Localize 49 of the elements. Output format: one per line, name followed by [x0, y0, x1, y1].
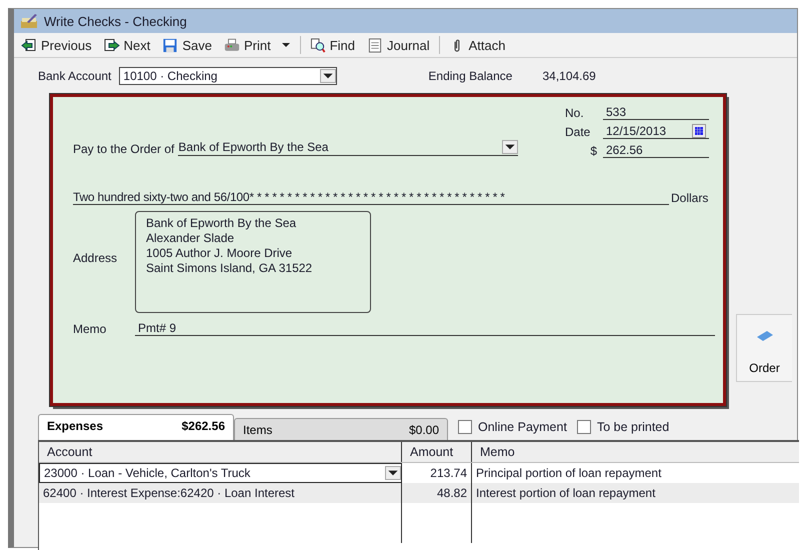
dropdown-icon[interactable]	[502, 140, 518, 154]
column-header[interactable]: Memo	[472, 442, 799, 462]
bank-account-dropdown[interactable]: 10100 · Checking	[119, 67, 338, 85]
document-icon	[366, 38, 383, 52]
ending-balance-label: Ending Balance	[428, 69, 512, 83]
amount-field[interactable]: 262.56	[603, 143, 709, 158]
date-label: Date	[565, 125, 592, 139]
bank-account-label: Bank Account	[38, 69, 112, 83]
table-cell: 48.82	[402, 483, 472, 503]
checkbox[interactable]: To be printed	[576, 420, 670, 434]
account-dropdown[interactable]: 23000 · Loan - Vehicle, Carlton's Truck	[39, 463, 402, 483]
toolbar-button[interactable]: Attach	[444, 36, 510, 54]
check-number-field[interactable]: 533	[603, 105, 709, 120]
forward-arrow-icon	[104, 38, 120, 52]
toolbar-button[interactable]: Journal	[362, 36, 435, 54]
memo-label: Memo	[73, 322, 108, 336]
order-checks-button[interactable]: Order	[736, 314, 792, 382]
toolbar-button[interactable]: Print	[218, 36, 296, 54]
table-cell: 62400 · Interest Expense:62420 · Loan Interest	[39, 483, 402, 503]
search-icon	[310, 38, 326, 52]
table-cell-text: Interest portion of loan repayment	[475, 485, 656, 502]
toolbar-button[interactable]: Save	[157, 36, 217, 54]
dropdown-icon[interactable]	[320, 69, 336, 83]
ending-balance-value: 34,104.69	[542, 69, 596, 83]
address-label: Address	[73, 250, 118, 267]
toolbar-button[interactable]: Find	[304, 36, 360, 54]
address-field[interactable]: Bank of Epworth By the Sea Alexander Slade 1005 Author J. Moore Drive Saint Simons Island, GA 31522	[135, 211, 371, 313]
dropdown-icon[interactable]	[385, 466, 401, 480]
payee-dropdown[interactable]: Bank of Epworth By the Sea	[178, 140, 518, 156]
check-number-label: No.	[565, 106, 585, 120]
tab[interactable]: Items $0.00	[234, 418, 448, 440]
toolbar-button[interactable]: Next	[98, 36, 156, 54]
column-header[interactable]: Amount	[402, 442, 472, 462]
date-field[interactable]: 12/15/2013	[603, 124, 709, 139]
pay-to-label: Pay to the Order of	[73, 142, 174, 156]
dollar-sign: $	[589, 144, 597, 158]
dollars-label: Dollars	[671, 191, 708, 205]
dropdown-icon[interactable]	[280, 42, 291, 48]
calendar-icon[interactable]	[692, 124, 706, 138]
memo-field[interactable]: Pmt# 9	[135, 321, 715, 336]
amount-in-words: Two hundred sixty-two and 56/100* * * * * * * * * * * * * * * * * * * * * * * * * * * * * * * * * *	[73, 190, 669, 205]
printer-icon	[224, 38, 240, 52]
table-cell-text: Principal portion of loan repayment	[475, 465, 662, 482]
back-arrow-icon	[21, 38, 37, 52]
tab[interactable]: Expenses $262.56	[38, 414, 234, 440]
checkbox[interactable]: Online Payment	[458, 420, 567, 434]
toolbar-button[interactable]: Previous	[16, 36, 97, 54]
column-header[interactable]: Account	[39, 442, 402, 462]
window-title: Write Checks - Checking	[44, 14, 187, 28]
